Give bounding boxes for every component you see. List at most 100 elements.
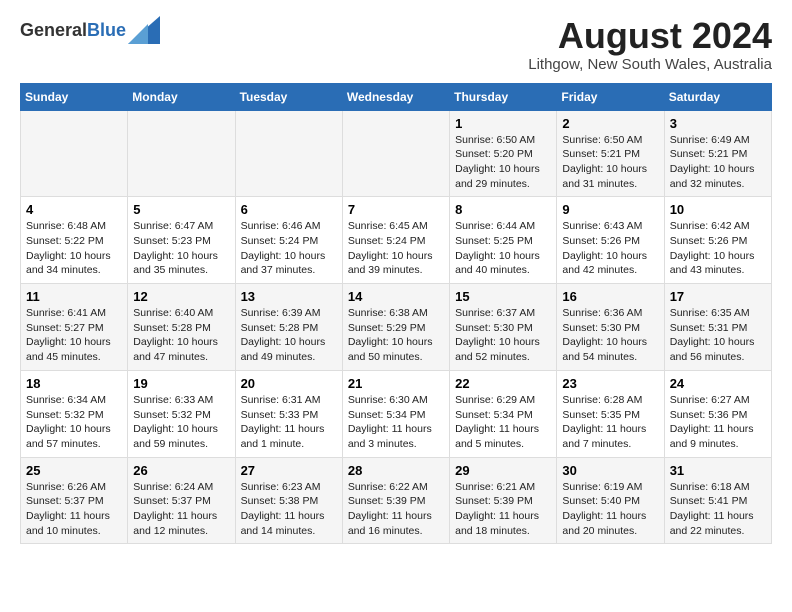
daylight-text: Daylight: 10 hours xyxy=(562,249,658,264)
daylight-text: Daylight: 10 hours xyxy=(455,249,551,264)
sunset-text: Sunset: 5:20 PM xyxy=(455,147,551,162)
daylight-text: and 5 minutes. xyxy=(455,437,551,452)
sunrise-text: Sunrise: 6:19 AM xyxy=(562,480,658,495)
calendar-cell: 17Sunrise: 6:35 AMSunset: 5:31 PMDayligh… xyxy=(664,284,771,371)
sunrise-text: Sunrise: 6:38 AM xyxy=(348,306,444,321)
sunrise-text: Sunrise: 6:44 AM xyxy=(455,219,551,234)
day-number: 20 xyxy=(241,376,337,391)
sunset-text: Sunset: 5:22 PM xyxy=(26,234,122,249)
daylight-text: Daylight: 10 hours xyxy=(455,162,551,177)
daylight-text: and 34 minutes. xyxy=(26,263,122,278)
daylight-text: and 54 minutes. xyxy=(562,350,658,365)
column-header-tuesday: Tuesday xyxy=(235,83,342,110)
sunrise-text: Sunrise: 6:40 AM xyxy=(133,306,229,321)
title-area: August 2024 Lithgow, New South Wales, Au… xyxy=(528,16,772,73)
sunset-text: Sunset: 5:26 PM xyxy=(562,234,658,249)
day-number: 16 xyxy=(562,289,658,304)
calendar-cell: 15Sunrise: 6:37 AMSunset: 5:30 PMDayligh… xyxy=(450,284,557,371)
daylight-text: Daylight: 11 hours xyxy=(348,422,444,437)
daylight-text: and 22 minutes. xyxy=(670,524,766,539)
calendar-cell: 5Sunrise: 6:47 AMSunset: 5:23 PMDaylight… xyxy=(128,197,235,284)
daylight-text: Daylight: 10 hours xyxy=(26,335,122,350)
daylight-text: Daylight: 11 hours xyxy=(562,509,658,524)
daylight-text: Daylight: 10 hours xyxy=(241,335,337,350)
calendar-cell: 28Sunrise: 6:22 AMSunset: 5:39 PMDayligh… xyxy=(342,457,449,544)
day-number: 14 xyxy=(348,289,444,304)
calendar-cell: 14Sunrise: 6:38 AMSunset: 5:29 PMDayligh… xyxy=(342,284,449,371)
day-number: 15 xyxy=(455,289,551,304)
sunrise-text: Sunrise: 6:36 AM xyxy=(562,306,658,321)
sunset-text: Sunset: 5:33 PM xyxy=(241,408,337,423)
daylight-text: Daylight: 10 hours xyxy=(133,422,229,437)
day-number: 8 xyxy=(455,202,551,217)
subtitle: Lithgow, New South Wales, Australia xyxy=(528,56,772,73)
daylight-text: Daylight: 10 hours xyxy=(562,162,658,177)
daylight-text: Daylight: 11 hours xyxy=(26,509,122,524)
daylight-text: Daylight: 10 hours xyxy=(26,249,122,264)
daylight-text: Daylight: 10 hours xyxy=(133,249,229,264)
day-number: 5 xyxy=(133,202,229,217)
daylight-text: and 1 minute. xyxy=(241,437,337,452)
calendar-cell: 16Sunrise: 6:36 AMSunset: 5:30 PMDayligh… xyxy=(557,284,664,371)
calendar-cell: 12Sunrise: 6:40 AMSunset: 5:28 PMDayligh… xyxy=(128,284,235,371)
calendar-cell: 9 Sunrise: 6:43 AMSunset: 5:26 PMDaylight… xyxy=(557,197,664,284)
day-number: 13 xyxy=(241,289,337,304)
daylight-text: Daylight: 11 hours xyxy=(670,509,766,524)
day-number: 10 xyxy=(670,202,766,217)
daylight-text: Daylight: 11 hours xyxy=(455,509,551,524)
calendar-cell: 25Sunrise: 6:26 AMSunset: 5:37 PMDayligh… xyxy=(21,457,128,544)
sunrise-text: Sunrise: 6:28 AM xyxy=(562,393,658,408)
sunset-text: Sunset: 5:28 PM xyxy=(133,321,229,336)
day-number: 31 xyxy=(670,463,766,478)
calendar-cell: 1Sunrise: 6:50 AMSunset: 5:20 PMDaylight… xyxy=(450,110,557,197)
daylight-text: and 43 minutes. xyxy=(670,263,766,278)
calendar-cell: 11Sunrise: 6:41 AMSunset: 5:27 PMDayligh… xyxy=(21,284,128,371)
day-number: 24 xyxy=(670,376,766,391)
calendar-cell: 31Sunrise: 6:18 AMSunset: 5:41 PMDayligh… xyxy=(664,457,771,544)
daylight-text: and 49 minutes. xyxy=(241,350,337,365)
daylight-text: and 32 minutes. xyxy=(670,177,766,192)
daylight-text: Daylight: 10 hours xyxy=(348,249,444,264)
sunrise-text: Sunrise: 6:46 AM xyxy=(241,219,337,234)
sunrise-text: Sunrise: 6:43 AM xyxy=(562,219,658,234)
daylight-text: Daylight: 10 hours xyxy=(241,249,337,264)
column-header-sunday: Sunday xyxy=(21,83,128,110)
calendar-cell: 29Sunrise: 6:21 AMSunset: 5:39 PMDayligh… xyxy=(450,457,557,544)
day-number: 30 xyxy=(562,463,658,478)
daylight-text: and 7 minutes. xyxy=(562,437,658,452)
calendar-table: SundayMondayTuesdayWednesdayThursdayFrid… xyxy=(20,83,772,545)
daylight-text: Daylight: 11 hours xyxy=(562,422,658,437)
sunrise-text: Sunrise: 6:45 AM xyxy=(348,219,444,234)
column-header-monday: Monday xyxy=(128,83,235,110)
sunset-text: Sunset: 5:21 PM xyxy=(562,147,658,162)
week-row-4: 18Sunrise: 6:34 AMSunset: 5:32 PMDayligh… xyxy=(21,370,772,457)
day-number: 22 xyxy=(455,376,551,391)
daylight-text: and 10 minutes. xyxy=(26,524,122,539)
daylight-text: Daylight: 10 hours xyxy=(670,335,766,350)
daylight-text: and 45 minutes. xyxy=(26,350,122,365)
sunset-text: Sunset: 5:41 PM xyxy=(670,494,766,509)
daylight-text: and 56 minutes. xyxy=(670,350,766,365)
calendar-cell: 7Sunrise: 6:45 AMSunset: 5:24 PMDaylight… xyxy=(342,197,449,284)
daylight-text: and 39 minutes. xyxy=(348,263,444,278)
sunset-text: Sunset: 5:32 PM xyxy=(133,408,229,423)
calendar-cell: 6Sunrise: 6:46 AMSunset: 5:24 PMDaylight… xyxy=(235,197,342,284)
daylight-text: and 29 minutes. xyxy=(455,177,551,192)
sunrise-text: Sunrise: 6:31 AM xyxy=(241,393,337,408)
sunset-text: Sunset: 5:30 PM xyxy=(455,321,551,336)
logo-icon xyxy=(128,16,160,44)
day-number: 9 xyxy=(562,202,658,217)
calendar-cell xyxy=(128,110,235,197)
daylight-text: and 9 minutes. xyxy=(670,437,766,452)
daylight-text: Daylight: 10 hours xyxy=(562,335,658,350)
column-header-friday: Friday xyxy=(557,83,664,110)
daylight-text: and 12 minutes. xyxy=(133,524,229,539)
daylight-text: and 52 minutes. xyxy=(455,350,551,365)
calendar-cell xyxy=(235,110,342,197)
daylight-text: Daylight: 10 hours xyxy=(455,335,551,350)
sunrise-text: Sunrise: 6:42 AM xyxy=(670,219,766,234)
daylight-text: and 40 minutes. xyxy=(455,263,551,278)
sunrise-text: Sunrise: 6:26 AM xyxy=(26,480,122,495)
daylight-text: Daylight: 10 hours xyxy=(348,335,444,350)
logo-blue: Blue xyxy=(87,20,126,40)
